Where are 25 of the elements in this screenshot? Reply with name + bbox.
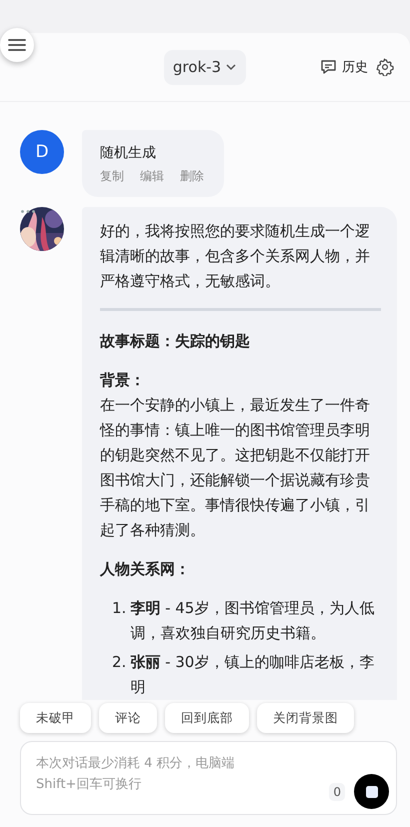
- list-item-text: 张丽 - 30岁，镇上的咖啡店老板，李明: [130, 652, 376, 698]
- quick-action-button[interactable]: 关闭背景图: [257, 703, 354, 733]
- story-title: 故事标题：失踪的钥匙: [100, 331, 251, 352]
- token-count: 0: [329, 783, 345, 801]
- stop-icon: [366, 786, 378, 798]
- list-number: 2.: [112, 652, 126, 673]
- section-heading: 人物关系网：: [100, 559, 191, 580]
- quick-action-button[interactable]: 未破甲: [20, 703, 91, 733]
- user-avatar: D: [20, 130, 64, 174]
- list-number: 1.: [112, 598, 126, 619]
- quick-action-button[interactable]: 评论: [99, 703, 157, 733]
- chat-bubble-icon: [320, 59, 337, 75]
- quick-action-button[interactable]: 回到底部: [165, 703, 249, 733]
- menu-button[interactable]: [0, 28, 34, 62]
- chevron-down-icon: [226, 64, 236, 70]
- message-text: 随机生成: [100, 144, 157, 162]
- settings-icon[interactable]: [376, 58, 394, 76]
- message-text: 在一个安静的小镇上，最近发生了一件奇怪的事情：镇上唯一的图书馆管理员李明的钥匙突然不见了。这把钥匙不仅能打开图书馆大门，还能解锁一个据说藏有珍贵手稿的地下室。事情很快传遍了小镇，引起了各种猜测。: [100, 395, 371, 541]
- model-selector[interactable]: grok-3: [164, 50, 246, 84]
- dots-icon: [20, 209, 36, 214]
- menu-icon: [7, 37, 27, 53]
- message-text: 好的，我将按照您的要求随机生成一个逻辑清晰的故事，包含多个关系网人物，并严格遵守格式，无敏感词。: [100, 221, 371, 292]
- section-heading: 背景：: [100, 370, 146, 391]
- history-button[interactable]: 历史: [320, 58, 368, 76]
- list-item-text: 李明 - 45岁，图书馆管理员，为人低调，喜欢独自研究历史书籍。: [130, 598, 376, 644]
